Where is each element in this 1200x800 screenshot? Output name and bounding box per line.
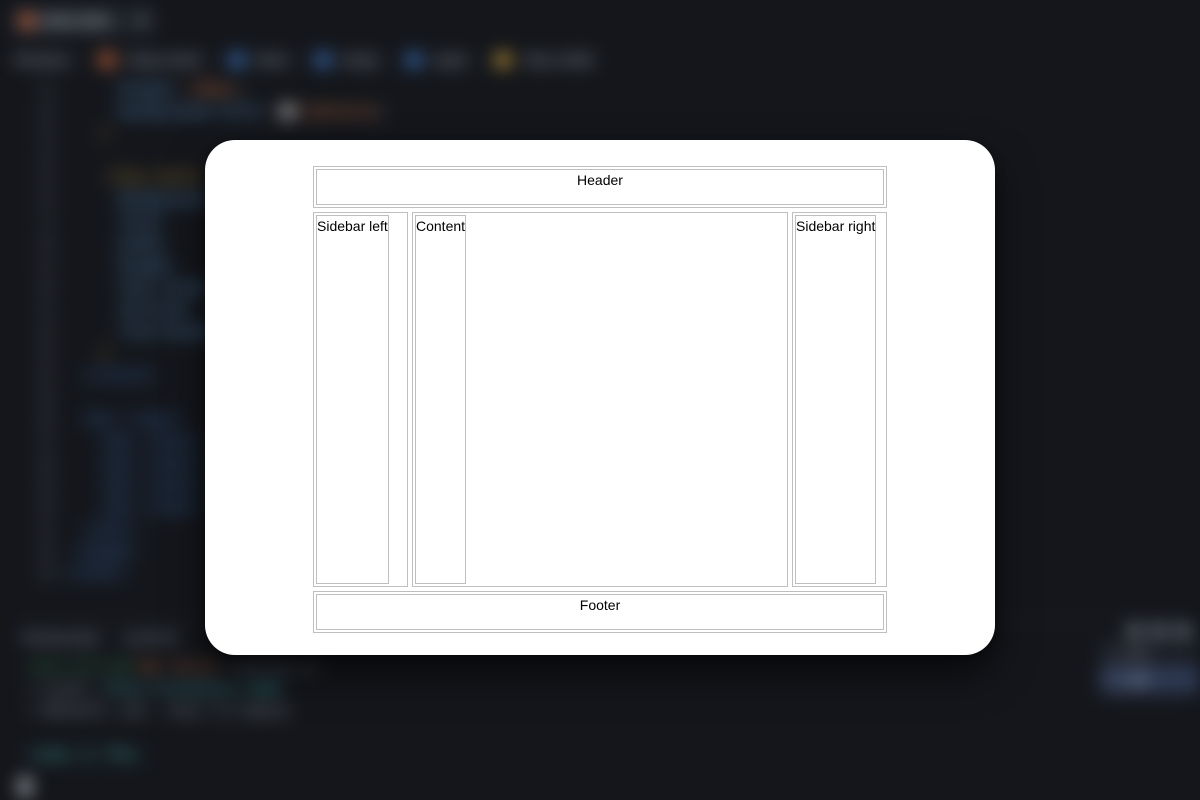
close-icon[interactable]: × — [138, 12, 147, 30]
breadcrumb[interactable]: Flexbox › index.html › html › body › sty… — [14, 48, 1186, 72]
chevron-right-icon: › — [479, 52, 484, 69]
line-number-gutter: 1112131415161718192021222324252627282930… — [18, 78, 54, 584]
editor-tab-label: index.html — [40, 12, 110, 28]
breadcrumb-item[interactable]: style — [433, 52, 467, 69]
holy-grail-layout: Header Sidebar left Content Sidebar righ… — [313, 166, 887, 633]
brackets-icon — [230, 53, 244, 67]
chevron-right-icon: › — [83, 52, 88, 69]
terminal-actions[interactable] — [1128, 624, 1190, 638]
tab-problems[interactable]: PROBLEMS — [22, 631, 100, 646]
layout-content-label: Content — [415, 215, 466, 584]
split-icon[interactable] — [1152, 624, 1166, 638]
trash-icon[interactable] — [1176, 624, 1190, 638]
breadcrumb-item[interactable]: Flexbox — [14, 52, 71, 69]
chevron-right-icon: › — [299, 52, 304, 69]
breadcrumb-item[interactable]: html — [256, 52, 288, 69]
selector-icon — [496, 53, 510, 67]
layout-sidebar-left-label: Sidebar left — [316, 215, 389, 584]
chevron-right-icon: › — [390, 52, 395, 69]
layout-sidebar-left: Sidebar left — [313, 212, 408, 587]
chevron-right-icon: › — [213, 52, 218, 69]
brackets-icon — [316, 53, 330, 67]
editor-tab[interactable]: index.html × — [10, 6, 155, 36]
layout-sidebar-right: Sidebar right — [792, 212, 887, 587]
tab-output[interactable]: OUTPUT — [124, 631, 180, 646]
layout-header: Header — [313, 166, 887, 208]
breadcrumb-item[interactable]: index.html — [126, 52, 201, 69]
brackets-icon — [407, 53, 421, 67]
file-icon — [100, 53, 114, 67]
shell-item[interactable]: zsh — [1100, 666, 1200, 692]
shell-item[interactable]: zsh — [1100, 640, 1200, 666]
plus-icon[interactable] — [1128, 624, 1142, 638]
layout-footer-label: Footer — [316, 594, 884, 630]
layout-content: Content — [412, 212, 788, 587]
layout-sidebar-right-label: Sidebar right — [795, 215, 876, 584]
terminal-output[interactable]: vite v2.9.10 dev server running at: ➜ Lo… — [28, 656, 1080, 766]
layout-header-label: Header — [316, 169, 884, 205]
terminal-cursor — [20, 778, 30, 796]
layout-footer: Footer — [313, 591, 887, 633]
terminal-shell-list[interactable]: zsh zsh — [1100, 640, 1200, 700]
breadcrumb-item[interactable]: .flex-child — [522, 52, 592, 69]
breadcrumb-item[interactable]: body — [342, 52, 378, 69]
layout-preview-card: Header Sidebar left Content Sidebar righ… — [205, 140, 995, 655]
